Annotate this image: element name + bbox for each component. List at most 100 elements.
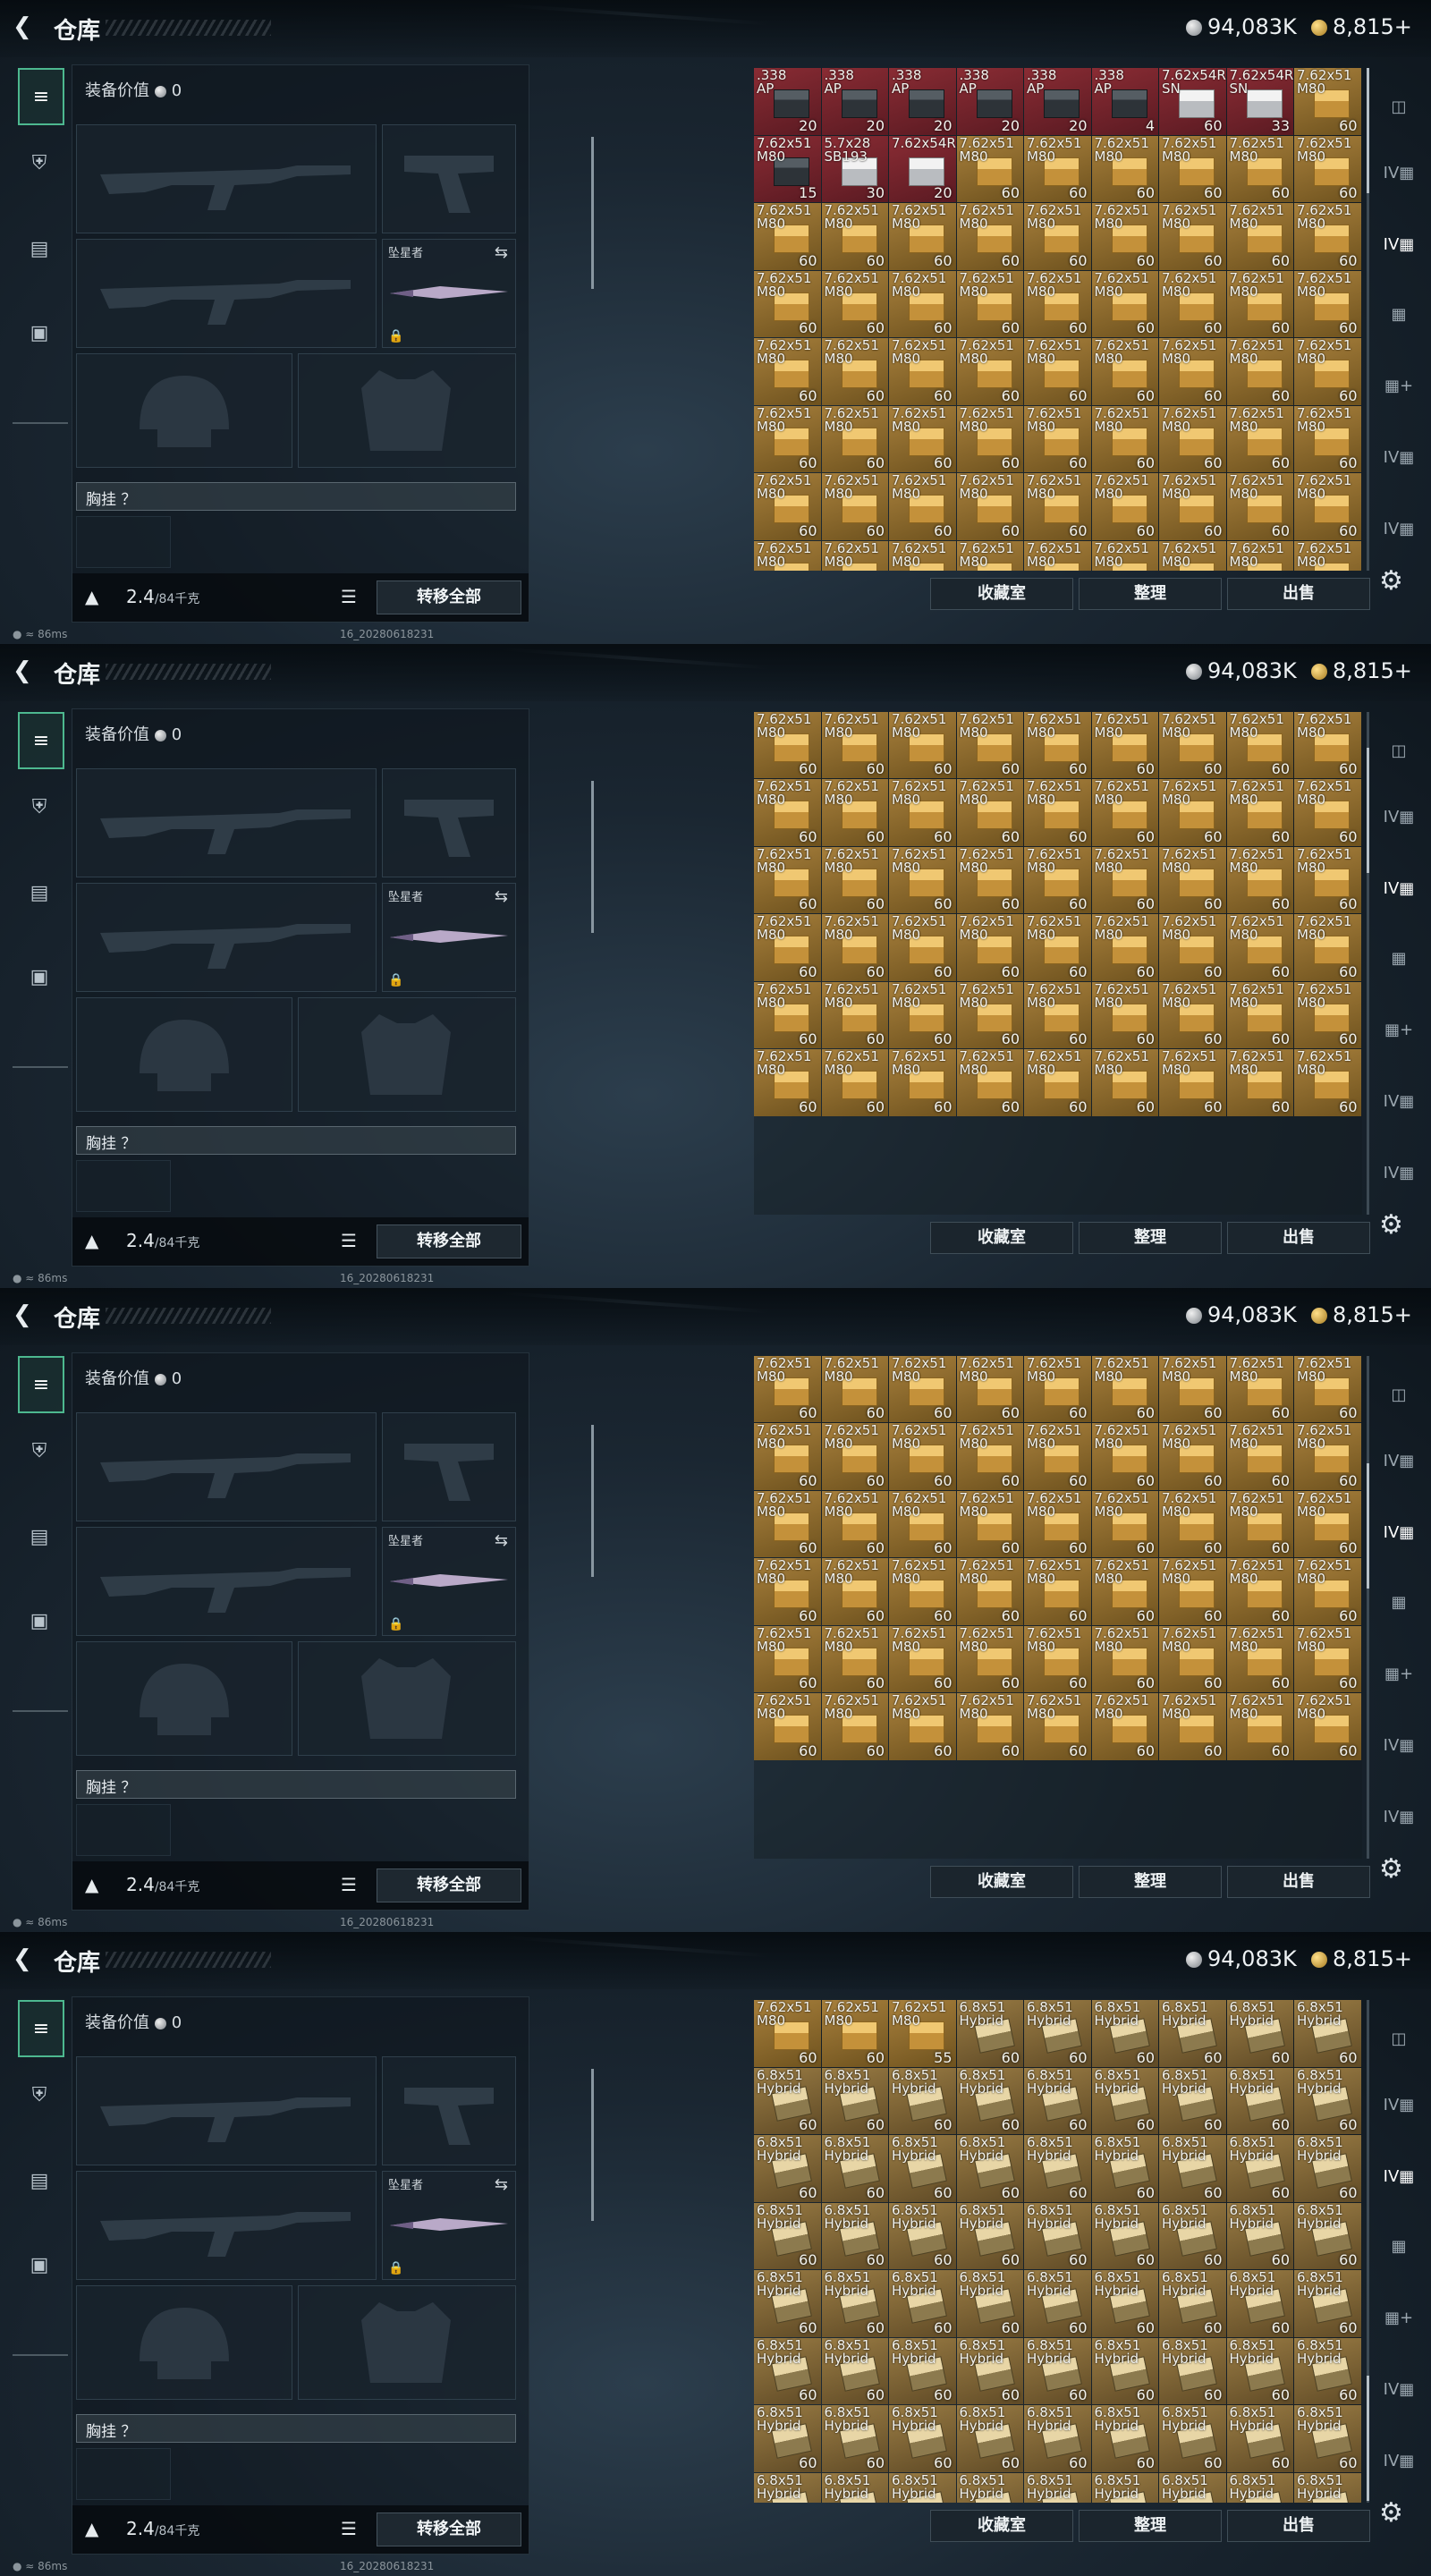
storage-item[interactable]: 7.62x51M8060 [1091,1049,1158,1116]
storage-item[interactable]: 7.62x51M8060 [1024,270,1091,337]
storage-scrollbar-thumb[interactable] [1367,748,1369,873]
storage-item[interactable]: 7.62x51M8060 [1159,779,1226,846]
storage-item[interactable]: 7.62x51M8060 [754,1625,821,1692]
storage-item[interactable]: 7.62x51M8060 [1091,270,1158,337]
helmet-slot[interactable] [76,997,292,1112]
gear-icon[interactable]: ⚙ [1379,565,1403,597]
storage-item[interactable]: 7.62x51M8060 [1226,405,1293,472]
storage-item[interactable]: 7.62x51M8060 [1159,1049,1226,1116]
storage-item[interactable]: 7.62x51M8060 [1159,540,1226,571]
storage-item[interactable]: 7.62x51M8060 [1294,846,1361,913]
chest-rig-header[interactable]: 胸挂 ？ [76,482,516,511]
storage-item[interactable]: 7.62x51M8060 [1159,338,1226,405]
chest-rig-header[interactable]: 胸挂 ？ [76,1126,516,1155]
back-arrow-icon[interactable]: ❮ [13,14,38,39]
storage-item[interactable]: 7.62x51M8060 [1159,1625,1226,1692]
secondary-weapon-slot[interactable] [76,1527,377,1636]
storage-item[interactable]: 7.62x51M8060 [1159,405,1226,472]
storage-item[interactable]: 6.8x51Hybrid60 [889,2472,956,2503]
storage-item[interactable]: 7.62x51M8060 [1024,203,1091,270]
container-iv-selected-icon[interactable]: IV▦ [1383,2161,1415,2193]
storage-item[interactable]: 7.62x51M8060 [1024,1625,1091,1692]
storage-item[interactable]: 6.8x51Hybrid60 [1159,2337,1226,2404]
storage-item[interactable]: 6.8x51Hybrid60 [1024,2472,1091,2503]
chest-rig-header[interactable]: 胸挂 ？ [76,2414,516,2443]
storage-item[interactable]: 7.62x54R 20 [889,135,956,202]
storage-item[interactable]: 7.62x51M8060 [1091,203,1158,270]
storage-item[interactable]: 7.62x51M8060 [1024,846,1091,913]
storage-item[interactable]: 7.62x54R SN 33 [1226,68,1293,135]
storage-item[interactable]: 7.62x51M8060 [1024,712,1091,778]
storage-item[interactable]: 7.62x51M8060 [1226,1049,1293,1116]
storage-item[interactable]: 7.62x51M8060 [889,338,956,405]
storage-item[interactable]: 7.62x51M8060 [1159,1356,1226,1422]
storage-item[interactable]: 6.8x51Hybrid60 [956,2067,1023,2134]
storage-item[interactable]: 7.62x51M8060 [1294,68,1361,135]
secondary-weapon-slot[interactable] [76,883,377,992]
storage-item[interactable]: 6.8x51Hybrid60 [1091,2067,1158,2134]
container-iv-icon[interactable]: IV▦ [1383,2089,1415,2122]
container-icon[interactable]: ▦ [1383,2231,1415,2263]
storage-item[interactable]: 7.62x51M8060 [821,712,888,778]
storage-item[interactable]: 7.62x51M8060 [1091,540,1158,571]
helmet-slot[interactable] [76,2285,292,2400]
storage-item[interactable]: 6.8x51Hybrid60 [889,2135,956,2202]
storage-item[interactable]: 6.8x51Hybrid60 [1024,2270,1091,2337]
storage-item[interactable]: 7.62x51M8060 [754,981,821,1048]
helmet-slot[interactable] [76,353,292,468]
storage-item[interactable]: 6.8x51Hybrid60 [821,2472,888,2503]
container-iv-2-icon[interactable]: IV▦ [1383,442,1415,474]
storage-item[interactable]: 7.62x51M8060 [821,1423,888,1490]
storage-item[interactable]: 7.62x51M8060 [1091,135,1158,202]
storage-item[interactable]: 6.8x51Hybrid60 [821,2067,888,2134]
storage-item[interactable]: 7.62x51M8060 [889,405,956,472]
storage-item[interactable]: 7.62x51M8060 [956,1490,1023,1557]
storage-item[interactable]: 6.8x51Hybrid60 [956,2337,1023,2404]
storage-item[interactable]: 7.62x51M8060 [956,779,1023,846]
storage-item[interactable]: 7.62x51M8060 [889,914,956,981]
storage-item[interactable]: 7.62x51M8060 [1226,270,1293,337]
tab-armor[interactable]: ⛨ [18,2068,61,2122]
storage-item[interactable]: 7.62x51M8060 [754,540,821,571]
collection-room-button[interactable]: 收藏室 [930,1866,1073,1898]
storage-item[interactable]: .338 AP 20 [956,68,1023,135]
storage-item[interactable]: 7.62x51M8060 [1024,473,1091,540]
storage-item[interactable]: 7.62x51M8060 [1226,1558,1293,1625]
gold-currency[interactable]: 8,815+ [1311,1946,1412,1971]
tab-armor[interactable]: ⛨ [18,1424,61,1478]
storage-item[interactable]: 6.8x51Hybrid60 [956,2202,1023,2269]
storage-item[interactable]: 7.62x51M8060 [1091,1625,1158,1692]
back-arrow-icon[interactable]: ❮ [13,1946,38,1971]
storage-item[interactable]: 7.62x51M8060 [754,1558,821,1625]
collection-room-button[interactable]: 收藏室 [930,1222,1073,1254]
storage-item[interactable]: 7.62x51M8060 [1091,779,1158,846]
storage-item[interactable]: 7.62x51M8060 [1091,914,1158,981]
melee-slot[interactable]: 坠星者 ⇆ 🔒 [382,2171,516,2280]
storage-item[interactable]: 7.62x51M8060 [1024,1693,1091,1760]
transfer-all-button[interactable]: 转移全部 [377,1224,521,1258]
storage-item[interactable]: 7.62x51M8060 [1091,1693,1158,1760]
storage-scrollbar-thumb[interactable] [1367,68,1369,193]
storage-item[interactable]: 7.62x51M8060 [821,1625,888,1692]
storage-item[interactable]: 6.8x51Hybrid60 [889,2337,956,2404]
storage-item[interactable]: 7.62x51M8060 [1024,540,1091,571]
storage-item[interactable]: 7.62x51M8060 [1294,405,1361,472]
storage-item[interactable]: 6.8x51Hybrid60 [1294,2270,1361,2337]
tab-clipboard[interactable]: ▤ [18,2154,61,2207]
storage-item[interactable]: 7.62x51M8060 [754,338,821,405]
storage-item[interactable]: 7.62x51M8060 [1294,712,1361,778]
storage-item[interactable]: 7.62x51M8060 [1091,473,1158,540]
storage-item[interactable]: 6.8x51Hybrid60 [1159,2405,1226,2472]
sell-button[interactable]: 出售 [1227,2510,1370,2542]
storage-item[interactable]: 7.62x51M8060 [1024,779,1091,846]
storage-item[interactable]: 7.62x51M8060 [1159,846,1226,913]
storage-item[interactable]: 7.62x51M8060 [1294,981,1361,1048]
list-icon[interactable]: ☰ [341,1230,357,1251]
storage-item[interactable]: 7.62x51M8060 [1159,1490,1226,1557]
storage-item[interactable]: 6.8x51Hybrid60 [754,2472,821,2503]
storage-scrollbar-thumb[interactable] [1367,2376,1369,2501]
container-iv-3-icon[interactable]: IV▦ [1383,513,1415,546]
storage-item[interactable]: 6.8x51Hybrid60 [889,2067,956,2134]
storage-item[interactable]: 6.8x51Hybrid60 [1294,2135,1361,2202]
container-iv-3-icon[interactable]: IV▦ [1383,1157,1415,1190]
